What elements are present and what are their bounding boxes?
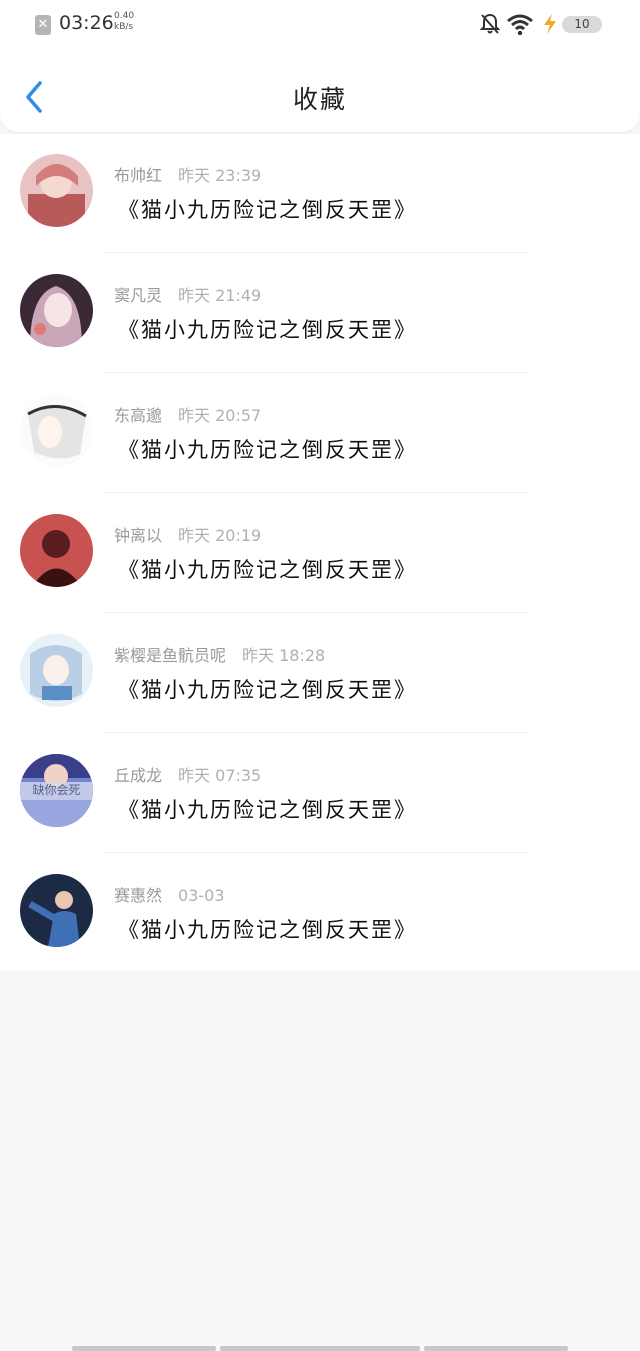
list-item[interactable]: 窦凡灵 昨天 21:49 《猫小九历险记之倒反天罡》 [0,254,640,374]
item-title[interactable]: 《猫小九历险记之倒反天罡》 [118,914,417,944]
list-item[interactable]: 赛惠然 03-03 《猫小九历险记之倒反天罡》 [0,854,640,974]
avatar-image [20,274,93,347]
item-title[interactable]: 《猫小九历险记之倒反天罡》 [118,194,417,224]
avatar-image [20,394,93,467]
status-time: 03:26 [59,12,114,34]
avatar[interactable]: 缺你会死 [20,754,93,827]
item-author: 布帅红 [114,166,163,185]
item-meta: 布帅红 昨天 23:39 [114,162,261,186]
divider [104,852,528,853]
avatar[interactable] [20,634,93,707]
avatar-image [20,154,93,227]
item-author: 紫樱是鱼骯员呢 [114,646,227,665]
avatar[interactable] [20,154,93,227]
item-meta: 赛惠然 03-03 [114,882,225,906]
list-item[interactable]: 东高邈 昨天 20:57 《猫小九历险记之倒反天罡》 [0,374,640,494]
avatar[interactable] [20,394,93,467]
avatar-image [20,874,93,947]
item-time: 昨天 23:39 [178,166,262,185]
item-time: 昨天 21:49 [178,286,262,305]
avatar-image [20,514,93,587]
item-author: 丘成龙 [114,766,163,785]
list-item[interactable]: 缺你会死 丘成龙 昨天 07:35 《猫小九历险记之倒反天罡》 [0,734,640,854]
item-meta: 窦凡灵 昨天 21:49 [114,282,261,306]
divider [104,252,528,253]
list-item[interactable]: 布帅红 昨天 23:39 《猫小九历险记之倒反天罡》 [0,134,640,254]
item-time: 昨天 20:19 [178,526,262,545]
item-meta: 钟离以 昨天 20:19 [114,522,261,546]
divider [104,372,528,373]
list-item[interactable]: 紫樱是鱼骯员呢 昨天 18:28 《猫小九历险记之倒反天罡》 [0,614,640,734]
item-time: 昨天 07:35 [178,766,262,785]
page-title: 收藏 [292,85,347,114]
item-title[interactable]: 《猫小九历险记之倒反天罡》 [118,794,417,824]
header-bar: 收藏 [0,50,640,132]
item-meta: 丘成龙 昨天 07:35 [114,762,261,786]
avatar[interactable] [20,514,93,587]
avatar-image [20,634,93,707]
battery-icon: 10 [562,16,602,33]
divider [104,492,528,493]
item-title[interactable]: 《猫小九历险记之倒反天罡》 [118,554,417,584]
home-indicator [220,1346,420,1351]
network-speed-value: 0.40 [114,11,135,21]
avatar[interactable] [20,874,93,947]
item-time: 03-03 [178,886,225,905]
avatar[interactable] [20,274,93,347]
item-title[interactable]: 《猫小九历险记之倒反天罡》 [118,314,417,344]
item-author: 钟离以 [114,526,163,545]
divider [104,612,528,613]
item-meta: 东高邈 昨天 20:57 [114,402,261,426]
item-time: 昨天 20:57 [178,406,262,425]
item-title[interactable]: 《猫小九历险记之倒反天罡》 [118,434,417,464]
item-author: 赛惠然 [114,886,163,905]
network-speed-unit: kB/s [114,22,134,32]
charging-bolt-icon [544,14,556,34]
divider [104,732,528,733]
bell-off-icon [480,13,500,34]
item-title[interactable]: 《猫小九历险记之倒反天罡》 [118,674,417,704]
item-time: 昨天 18:28 [242,646,326,665]
favorites-list: 布帅红 昨天 23:39 《猫小九历险记之倒反天罡》 窦凡灵 昨天 21:49 《猫… [0,134,640,970]
list-item[interactable]: 钟离以 昨天 20:19 《猫小九历险记之倒反天罡》 [0,494,640,614]
item-author: 东高邈 [114,406,163,425]
home-indicator [72,1346,216,1351]
item-author: 窦凡灵 [114,286,163,305]
status-bar: ✕ 03:26 0.40 kB/s 10 [0,0,640,50]
home-indicator [424,1346,568,1351]
item-meta: 紫樱是鱼骯员呢 昨天 18:28 [114,642,325,666]
close-icon[interactable]: ✕ [35,15,51,35]
wifi-icon [507,14,533,36]
network-speed: 0.40 kB/s [114,11,134,33]
avatar-caption: 缺你会死 [32,783,81,797]
